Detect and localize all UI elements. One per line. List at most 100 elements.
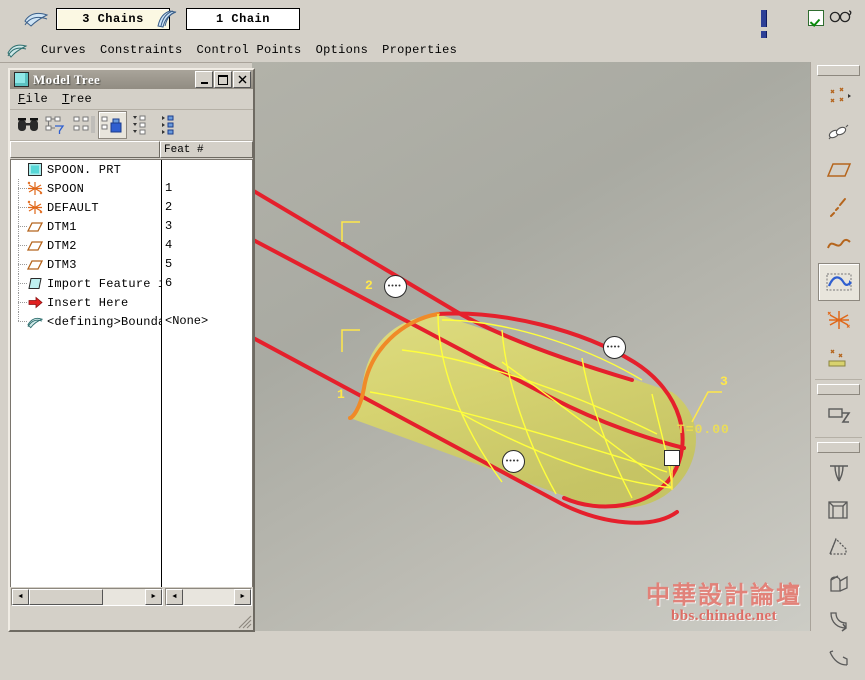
tree-row-feat: 4: [165, 238, 173, 252]
tree-indent: [11, 293, 27, 312]
tree-row-feat: 3: [165, 219, 173, 233]
insert-arrow-icon: [27, 295, 43, 311]
filter-button[interactable]: [42, 112, 69, 138]
datum-csys-button[interactable]: [819, 302, 859, 338]
tree-row-feat: 1: [165, 181, 173, 195]
scroll-left-arrow[interactable]: ◄: [166, 589, 183, 605]
collapse-all-button[interactable]: [128, 112, 155, 138]
model-tree-toolbar: [10, 110, 253, 141]
draft-button[interactable]: [819, 529, 859, 565]
pause-icon[interactable]: [761, 10, 777, 48]
tree-row-csys[interactable]: DEFAULT 2: [11, 198, 252, 217]
control-point-handle[interactable]: [384, 275, 407, 298]
offset-csys-point-button[interactable]: [819, 115, 859, 151]
chain-label-3: 3: [720, 374, 728, 389]
boundary-blend-icon: [27, 314, 43, 330]
datum-tools-group: [815, 65, 862, 380]
curve-from-equation-button[interactable]: [817, 263, 860, 301]
tab-constraints[interactable]: Constraints: [93, 42, 190, 58]
surface-chain-icon: [22, 8, 50, 30]
scroll-right-arrow[interactable]: ►: [145, 589, 162, 605]
tree-row-feat: 2: [165, 200, 173, 214]
boundary-blend-icon: [6, 41, 28, 59]
revolve-button[interactable]: [819, 455, 859, 491]
datum-plane-icon: [27, 257, 43, 273]
second-chain-input[interactable]: 1 Chain: [186, 8, 300, 30]
tree-indent: [11, 274, 27, 293]
tree-row-feat: <None>: [165, 314, 209, 328]
datum-plane-button[interactable]: [819, 152, 859, 188]
tree-row-datum-plane[interactable]: DTM2 4: [11, 236, 252, 255]
chain-label-1: 1: [337, 387, 345, 402]
minimize-button[interactable]: [195, 71, 213, 88]
expand-all-button[interactable]: [156, 112, 183, 138]
datum-ref-button[interactable]: [819, 339, 859, 375]
scroll-left-arrow[interactable]: ◄: [12, 589, 29, 605]
tree-row-label: DEFAULT: [47, 200, 99, 215]
tab-curves[interactable]: Curves: [34, 42, 93, 58]
window-resize-grip[interactable]: [238, 615, 252, 629]
tree-feat-hscrollbar[interactable]: ◄ ►: [165, 588, 252, 606]
column-settings-button[interactable]: [70, 112, 97, 138]
tree-row-part[interactable]: SPOON. PRT: [11, 160, 252, 179]
model-tree-titlebar[interactable]: Model Tree: [10, 70, 253, 89]
tree-indent: [11, 198, 27, 217]
tree-row-label: <defining>Bounda: [47, 314, 161, 329]
tab-control-points[interactable]: Control Points: [190, 42, 309, 58]
column-header-feat[interactable]: Feat #: [160, 141, 253, 158]
datum-axis-button[interactable]: [819, 189, 859, 225]
model-tree-list[interactable]: SPOON. PRT SPOON 1 DEFAULT 2 DTM1 3 DTM2…: [10, 160, 253, 587]
rib-button[interactable]: [819, 566, 859, 602]
tree-row-datum-plane[interactable]: DTM3 5: [11, 255, 252, 274]
toolbar-drag-handle[interactable]: [817, 442, 860, 453]
close-button[interactable]: [233, 71, 251, 88]
csys-icon: [27, 181, 43, 197]
model-tree-menubar: File Tree: [10, 89, 253, 110]
tree-row-defining-boundary[interactable]: <defining>Bounda <None>: [11, 312, 252, 331]
shell-button[interactable]: [819, 492, 859, 528]
tree-row-import-feature[interactable]: Import Feature i 6: [11, 274, 252, 293]
boundary-blend-dashboard-toolbar: 3 Chains 1 Chain: [0, 0, 865, 48]
scroll-right-arrow[interactable]: ►: [234, 589, 251, 605]
control-point-handle[interactable]: [502, 450, 525, 473]
column-header-name[interactable]: [10, 141, 160, 158]
part-window-icon: [14, 72, 29, 87]
menu-tree[interactable]: Tree: [62, 92, 92, 106]
tree-indent: [11, 217, 27, 236]
tangent-drag-handle[interactable]: [664, 450, 680, 466]
round-button[interactable]: [819, 603, 859, 639]
menu-file[interactable]: File: [18, 92, 48, 106]
tree-display-button[interactable]: [98, 111, 127, 139]
glasses-preview-icon[interactable]: [829, 9, 853, 27]
tree-row-label: Import Feature i: [47, 276, 161, 291]
3d-model-viewport[interactable]: 2 1 3 T=0.00 中華設計論壇 bbs.chinade.net: [252, 62, 810, 631]
feature-group: [815, 442, 862, 680]
tree-row-label: DTM2: [47, 238, 77, 253]
model-tree-title: Model Tree: [33, 71, 101, 87]
csys-icon: [27, 200, 43, 216]
preview-group: [808, 9, 853, 27]
maximize-button[interactable]: [214, 71, 232, 88]
scroll-thumb[interactable]: [29, 589, 103, 605]
first-chain-collector-group: 3 Chains: [22, 8, 170, 30]
toolbar-drag-handle[interactable]: [817, 65, 860, 76]
tree-row-feat: 5: [165, 257, 173, 271]
model-tree-scrollbars: ◄ ► ◄ ►: [10, 587, 253, 607]
chamfer-button[interactable]: [819, 640, 859, 676]
tree-column-headers: Feat #: [10, 141, 253, 160]
datum-curve-button[interactable]: [819, 226, 859, 262]
tab-options[interactable]: Options: [309, 42, 376, 58]
control-point-handle[interactable]: [603, 336, 626, 359]
toolbar-drag-handle[interactable]: [817, 384, 860, 395]
tree-name-hscrollbar[interactable]: ◄ ►: [11, 588, 163, 606]
tab-properties[interactable]: Properties: [375, 42, 464, 58]
extrude-surface-button[interactable]: [819, 397, 859, 433]
tree-row-insert-here[interactable]: Insert Here: [11, 293, 252, 312]
preview-checkbox[interactable]: [808, 10, 824, 26]
tree-row-datum-plane[interactable]: DTM1 3: [11, 217, 252, 236]
datum-point-button[interactable]: [819, 78, 859, 114]
tree-row-label: SPOON. PRT: [47, 162, 122, 177]
find-button[interactable]: [14, 112, 41, 138]
tree-row-csys[interactable]: SPOON 1: [11, 179, 252, 198]
